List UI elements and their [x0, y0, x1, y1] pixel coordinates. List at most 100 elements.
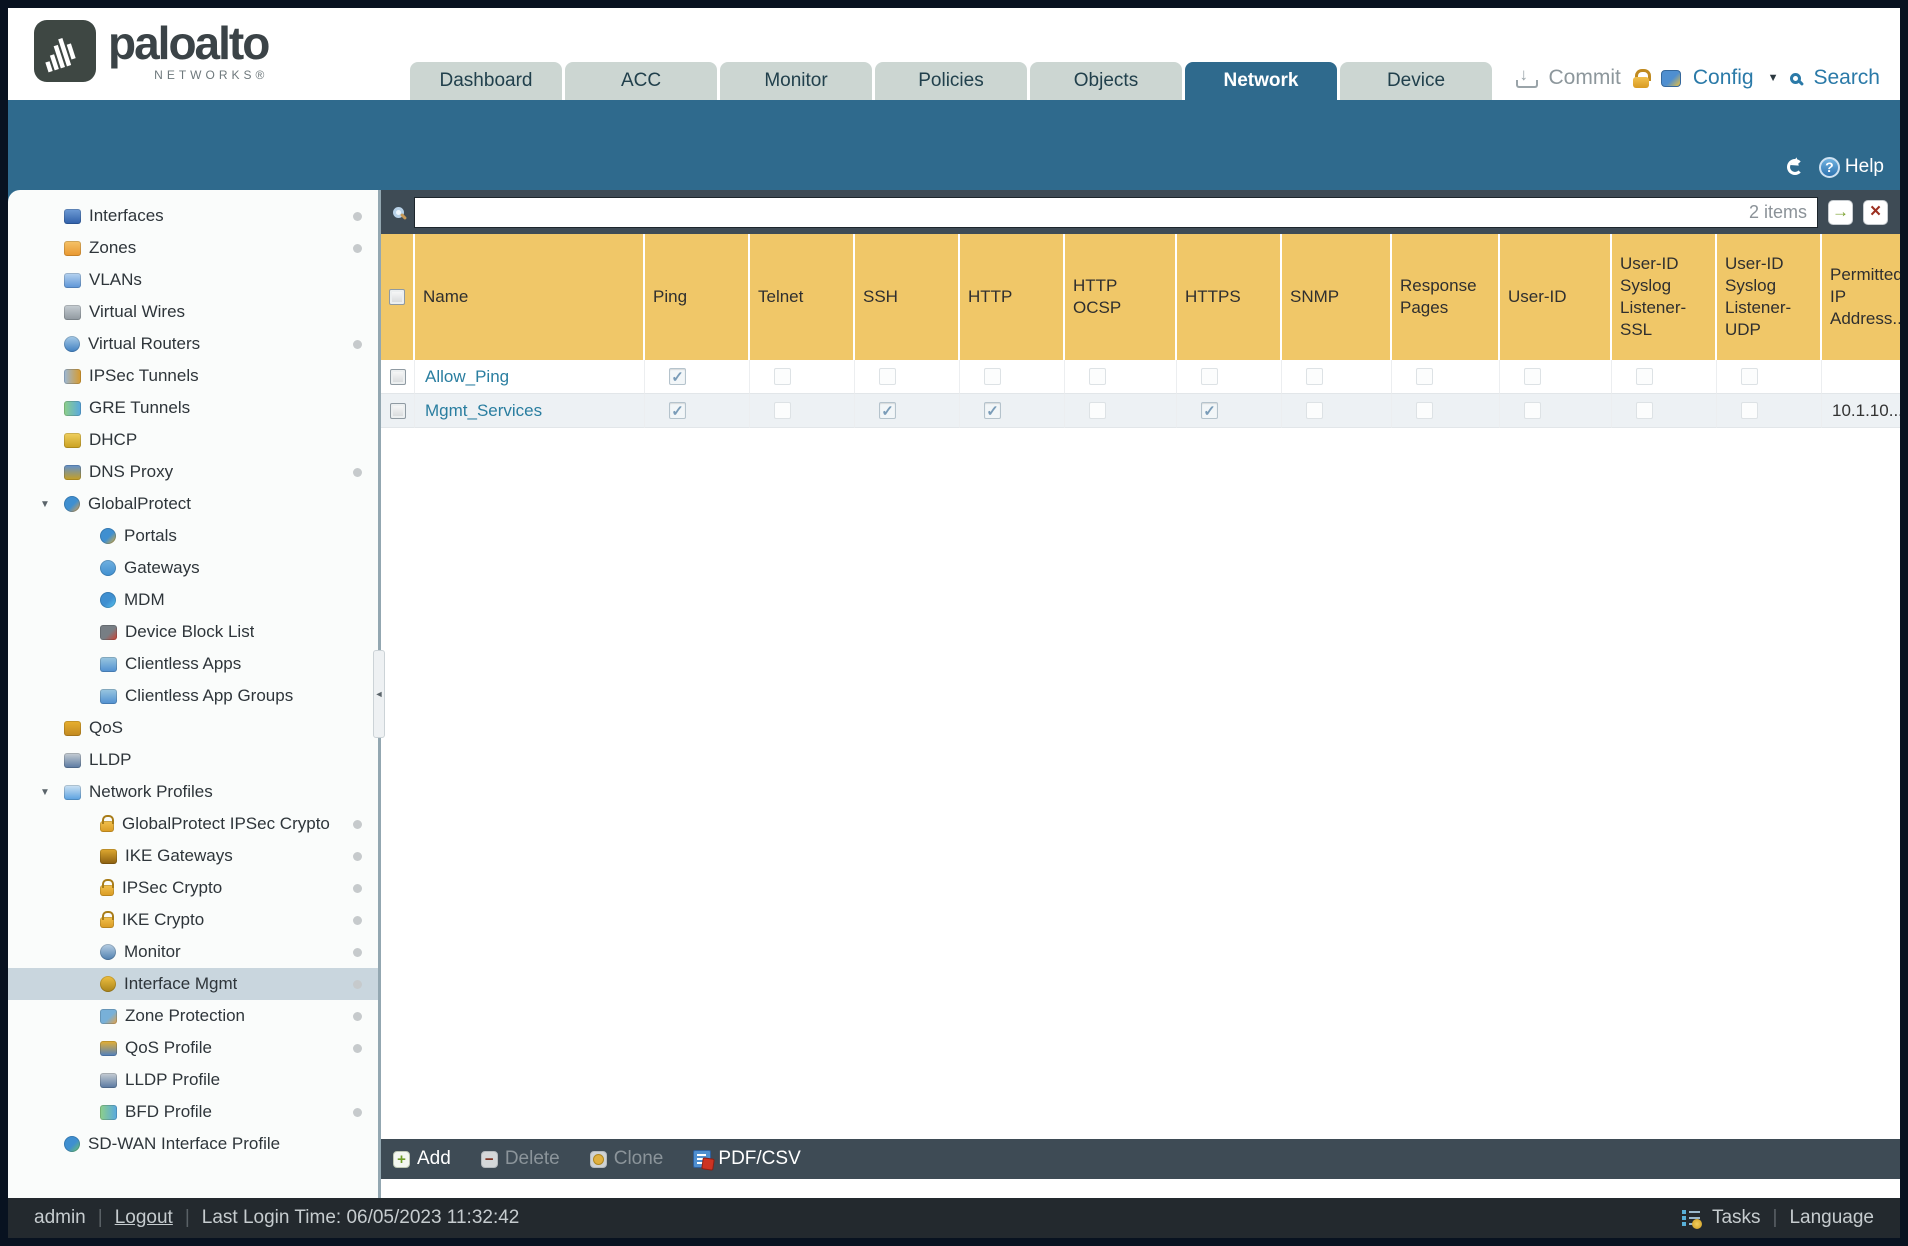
commit-button[interactable]: Commit: [1549, 66, 1621, 90]
item-dot: [353, 243, 362, 253]
expander-icon[interactable]: ▼: [40, 787, 64, 798]
permitted-ip-cell: [1822, 360, 1900, 394]
sidebar-item-vlans[interactable]: VLANs: [8, 264, 378, 296]
sidebar-item-dns-proxy[interactable]: DNS Proxy: [8, 456, 378, 488]
config-menu-button[interactable]: Config: [1693, 66, 1754, 90]
column-header-ping[interactable]: Ping: [645, 234, 750, 360]
sidebar-item-globalprotect-ipsec-crypto[interactable]: GlobalProtect IPSec Crypto: [8, 808, 378, 840]
column-header-http-ocsp[interactable]: HTTP OCSP: [1065, 234, 1177, 360]
sidebar-item-dhcp[interactable]: DHCP: [8, 424, 378, 456]
sidebar-item-virtual-routers[interactable]: Virtual Routers: [8, 328, 378, 360]
toolbar-band: ? Help: [8, 100, 1900, 190]
sidebar-item-gateways[interactable]: Gateways: [8, 552, 378, 584]
sidebar-collapse-handle[interactable]: ◄: [373, 650, 385, 738]
expander-icon[interactable]: ▼: [40, 499, 64, 510]
sidebar-item-interfaces[interactable]: Interfaces: [8, 200, 378, 232]
clientless-app-groups-icon: [100, 688, 117, 704]
sidebar-item-label: Clientless Apps: [125, 654, 242, 673]
sidebar-item-ipsec-tunnels[interactable]: IPSec Tunnels: [8, 360, 378, 392]
unchecked-checkbox: [1741, 368, 1758, 385]
search-button[interactable]: Search: [1813, 66, 1880, 90]
sidebar-item-ike-gateways[interactable]: IKE Gateways: [8, 840, 378, 872]
help-label: Help: [1844, 156, 1884, 177]
sidebar-item-ike-crypto[interactable]: IKE Crypto: [8, 904, 378, 936]
sidebar-item-gre-tunnels[interactable]: GRE Tunnels: [8, 392, 378, 424]
column-header-http[interactable]: HTTP: [960, 234, 1065, 360]
unchecked-checkbox: [1201, 368, 1218, 385]
checked-checkbox: ✓: [879, 402, 896, 420]
help-icon: ?: [1818, 156, 1840, 178]
service-cell: ✓: [645, 360, 750, 394]
profile-name-link[interactable]: Mgmt_Services: [415, 401, 542, 421]
sidebar-item-globalprotect[interactable]: ▼ GlobalProtect: [8, 488, 378, 520]
column-header-user-id-syslog-listener-ssl[interactable]: User-ID Syslog Listener-SSL: [1612, 234, 1717, 360]
sidebar-item-label: Interface Mgmt: [124, 974, 238, 993]
sidebar-item-zones[interactable]: Zones: [8, 232, 378, 264]
help-button[interactable]: ? Help: [1818, 156, 1884, 178]
logout-link[interactable]: Logout: [115, 1207, 173, 1229]
sidebar-item-ipsec-crypto[interactable]: IPSec Crypto: [8, 872, 378, 904]
search-icon: [1790, 72, 1802, 84]
column-header-permitted-ip-address[interactable]: Permitted IP Address...: [1822, 234, 1900, 360]
service-cell: [750, 360, 855, 394]
sidebar-item-lldp-profile[interactable]: LLDP Profile: [8, 1064, 378, 1096]
tab-network[interactable]: Network: [1185, 62, 1337, 100]
sidebar-item-device-block-list[interactable]: Device Block List: [8, 616, 378, 648]
pdf-csv-button[interactable]: PDF/CSV: [693, 1148, 801, 1170]
column-header-response-pages[interactable]: Response Pages: [1392, 234, 1500, 360]
column-header-telnet[interactable]: Telnet: [750, 234, 855, 360]
tasks-button[interactable]: Tasks: [1712, 1207, 1761, 1229]
sidebar-item-portals[interactable]: Portals: [8, 520, 378, 552]
sidebar-item-bfd-profile[interactable]: BFD Profile: [8, 1096, 378, 1128]
sidebar-item-network-profiles[interactable]: ▼ Network Profiles: [8, 776, 378, 808]
interface-mgmt-icon: [100, 976, 116, 992]
sidebar-item-mdm[interactable]: MDM: [8, 584, 378, 616]
tab-acc[interactable]: ACC: [565, 62, 717, 100]
sidebar-splitter[interactable]: ◄: [373, 190, 385, 1198]
row-checkbox[interactable]: [389, 368, 406, 385]
sidebar-item-qos-profile[interactable]: QoS Profile: [8, 1032, 378, 1064]
tab-dashboard[interactable]: Dashboard: [410, 62, 562, 100]
column-header-name[interactable]: Name: [415, 234, 645, 360]
sidebar-item-zone-protection[interactable]: Zone Protection: [8, 1000, 378, 1032]
lldp-icon: [64, 752, 81, 768]
apply-filter-button[interactable]: →: [1828, 199, 1853, 225]
sidebar-item-virtual-wires[interactable]: Virtual Wires: [8, 296, 378, 328]
action-label: Delete: [504, 1148, 560, 1169]
lock-icon[interactable]: [1632, 68, 1651, 88]
sidebar-item-interface-mgmt[interactable]: Interface Mgmt: [8, 968, 378, 1000]
column-header-ssh[interactable]: SSH: [855, 234, 960, 360]
tab-policies[interactable]: Policies: [875, 62, 1027, 100]
column-header-user-id-syslog-listener-udp[interactable]: User-ID Syslog Listener-UDP: [1717, 234, 1822, 360]
mdm-icon: [100, 592, 116, 608]
tab-device[interactable]: Device: [1340, 62, 1492, 100]
column-header-user-id[interactable]: User-ID: [1500, 234, 1612, 360]
column-header-snmp[interactable]: SNMP: [1282, 234, 1392, 360]
delete-button[interactable]: − Delete: [480, 1148, 560, 1170]
filter-input[interactable]: [425, 201, 1749, 223]
row-checkbox[interactable]: [389, 402, 406, 419]
sidebar-item-qos[interactable]: QoS: [8, 712, 378, 744]
sidebar-item-label: Clientless App Groups: [125, 686, 294, 705]
sidebar-item-clientless-app-groups[interactable]: Clientless App Groups: [8, 680, 378, 712]
language-button[interactable]: Language: [1789, 1207, 1874, 1229]
sidebar-item-label: DNS Proxy: [89, 462, 174, 481]
chevron-down-icon[interactable]: ▼: [1768, 72, 1779, 84]
sidebar-item-clientless-apps[interactable]: Clientless Apps: [8, 648, 378, 680]
refresh-icon[interactable]: [1786, 159, 1803, 175]
select-all-checkbox[interactable]: [389, 289, 405, 305]
tab-monitor[interactable]: Monitor: [720, 62, 872, 100]
logo-sub-text: NETWORKS®: [154, 68, 269, 82]
clone-button[interactable]: Clone: [589, 1148, 663, 1170]
sidebar-item-label: Device Block List: [125, 622, 255, 641]
paloalto-logo-icon: [34, 20, 96, 82]
table-row: Allow_Ping ✓: [381, 360, 1900, 394]
add-button[interactable]: + Add: [393, 1148, 451, 1170]
sidebar-item-sd-wan-interface-profile[interactable]: SD-WAN Interface Profile: [8, 1128, 378, 1160]
tab-objects[interactable]: Objects: [1030, 62, 1182, 100]
column-header-https[interactable]: HTTPS: [1177, 234, 1282, 360]
clear-filter-button[interactable]: ×: [1863, 199, 1888, 225]
profile-name-link[interactable]: Allow_Ping: [415, 367, 509, 387]
sidebar-item-lldp[interactable]: LLDP: [8, 744, 378, 776]
sidebar-item-monitor[interactable]: Monitor: [8, 936, 378, 968]
